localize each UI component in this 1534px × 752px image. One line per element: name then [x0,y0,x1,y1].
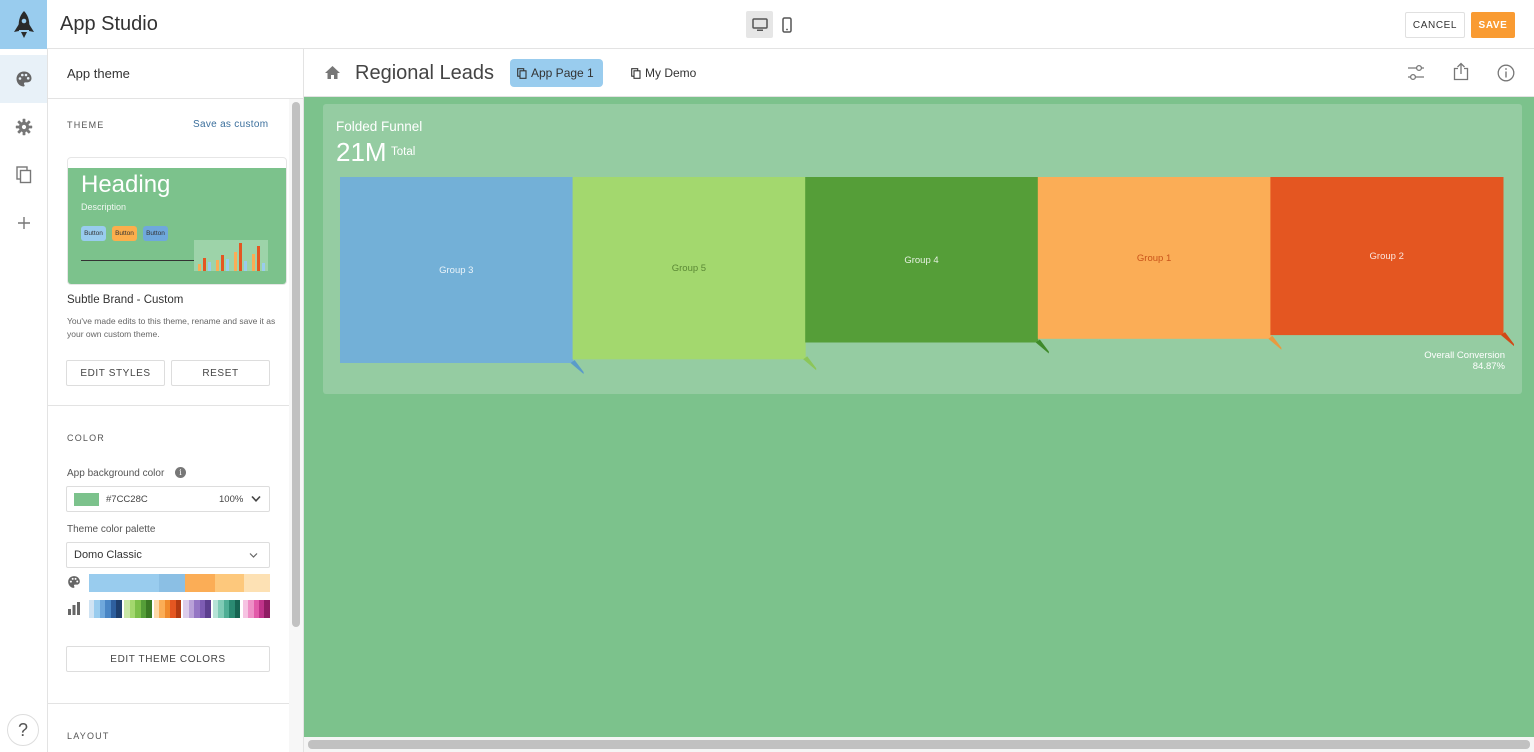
info-icon[interactable]: i [175,467,186,478]
preview-bar-chart [194,240,268,271]
tab-label: My Demo [645,66,697,80]
theme-panel: App theme THEME Save as custom Heading D… [48,49,304,752]
funnel-label: Group 2 [1370,251,1404,262]
page-bar: Regional Leads App Page 1 My Demo [304,49,1534,97]
gear-icon[interactable] [0,103,47,151]
palette-icon[interactable] [0,55,47,103]
cancel-button[interactable]: CANCEL [1405,12,1465,38]
icon-rail: ? [0,49,48,752]
mobile-view-icon[interactable] [773,11,800,38]
palette-label: Theme color palette [67,524,156,535]
info-circle-icon[interactable] [1497,64,1515,82]
desktop-view-icon[interactable] [746,11,773,38]
palette-select[interactable]: Domo Classic [66,542,270,568]
preview-button-1: Button [81,226,106,241]
panel-title: App theme [67,66,130,81]
reset-button[interactable]: RESET [171,360,270,386]
bg-color-label: App background color [67,468,165,479]
device-toggle [746,11,800,38]
preview-description: Description [81,202,127,212]
tab-app-page-1[interactable]: App Page 1 [510,59,603,87]
bar-chart-icon [68,602,80,615]
chevron-down-icon[interactable] [251,495,261,503]
filter-sliders-icon[interactable] [1407,64,1425,81]
bg-color-hex[interactable]: #7CC28C [106,494,148,505]
conversion-value: 84.87% [1472,361,1505,372]
theme-preview[interactable]: Heading Description Button Button Button [67,157,287,285]
funnel-label: Group 5 [672,263,706,274]
panel-header: App theme [48,49,303,99]
section-divider [48,703,289,704]
funnel-fold [1501,332,1514,347]
preview-line-chart [81,260,194,261]
canvas-scrollbar-track[interactable] [304,737,1534,752]
save-as-custom-link[interactable]: Save as custom [193,119,268,130]
tab-my-demo[interactable]: My Demo [624,59,705,87]
page-title: Regional Leads [355,62,494,84]
funnel-label: Group 4 [904,255,938,266]
copy-pages-icon[interactable] [0,151,47,199]
funnel-fold [570,360,584,374]
funnel-label: Group 3 [439,265,473,276]
help-button[interactable]: ? [7,714,39,746]
palette-icon [68,576,80,588]
save-button[interactable]: SAVE [1471,12,1515,38]
home-icon[interactable] [324,65,341,80]
theme-name: Subtle Brand - Custom [67,294,184,306]
funnel-segment-group-5[interactable]: Group 5 [572,177,817,371]
conversion-label: Overall Conversion [1424,350,1505,361]
folded-funnel-chart: Group 3 Group 5 Group 4 Group 1 Group 2 [340,177,1514,374]
preview-heading: Heading [81,171,171,198]
palette-select-value: Domo Classic [74,549,142,561]
bg-opacity[interactable]: 100% [219,494,243,505]
rocket-logo-icon[interactable] [0,0,47,49]
bg-color-swatch[interactable] [74,493,99,506]
tab-label: App Page 1 [531,66,594,80]
theme-color-swatches[interactable] [89,574,270,592]
funnel-label: Group 1 [1137,253,1171,264]
preview-button-2: Button [112,226,137,241]
page-copy-icon [631,67,641,79]
top-bar: App Studio CANCEL SAVE [0,0,1534,49]
page-copy-icon [517,67,527,79]
theme-section-label: THEME [67,120,105,130]
chevron-down-icon[interactable] [249,552,258,559]
app-canvas: Regional Leads App Page 1 My Demo Folded… [304,49,1534,752]
chart-color-swatches[interactable] [89,600,270,618]
funnel-fold [803,356,817,371]
bg-color-field[interactable]: #7CC28C 100% [66,486,270,512]
panel-scrollbar-thumb[interactable] [292,102,300,627]
preview-button-3: Button [143,226,168,241]
section-divider [48,405,289,406]
funnel-card[interactable]: Folded Funnel 21M Total Group 3 Group 5 Gr… [323,104,1522,394]
edit-theme-colors-button[interactable]: EDIT THEME COLORS [66,646,270,672]
app-title: App Studio [60,13,158,35]
funnel-fold [1035,339,1049,354]
funnel-segment-group-1[interactable]: Group 1 [1037,177,1282,350]
funnel-segment-group-4[interactable]: Group 4 [805,177,1049,354]
overall-conversion: Overall Conversion 84.87% [1424,350,1505,372]
color-section-label: COLOR [67,433,106,443]
share-icon[interactable] [1453,62,1469,81]
funnel-fold [1268,335,1282,350]
theme-preview-canvas: Heading Description Button Button Button [68,168,286,284]
funnel-segment-group-3[interactable]: Group 3 [340,177,584,374]
canvas-scrollbar-thumb[interactable] [308,740,1530,749]
funnel-segment-group-2[interactable]: Group 2 [1270,177,1514,347]
layout-section-label: LAYOUT [67,731,110,741]
theme-note: You've made edits to this theme, rename … [67,316,276,339]
plus-icon[interactable] [0,199,47,247]
edit-styles-button[interactable]: EDIT STYLES [66,360,165,386]
